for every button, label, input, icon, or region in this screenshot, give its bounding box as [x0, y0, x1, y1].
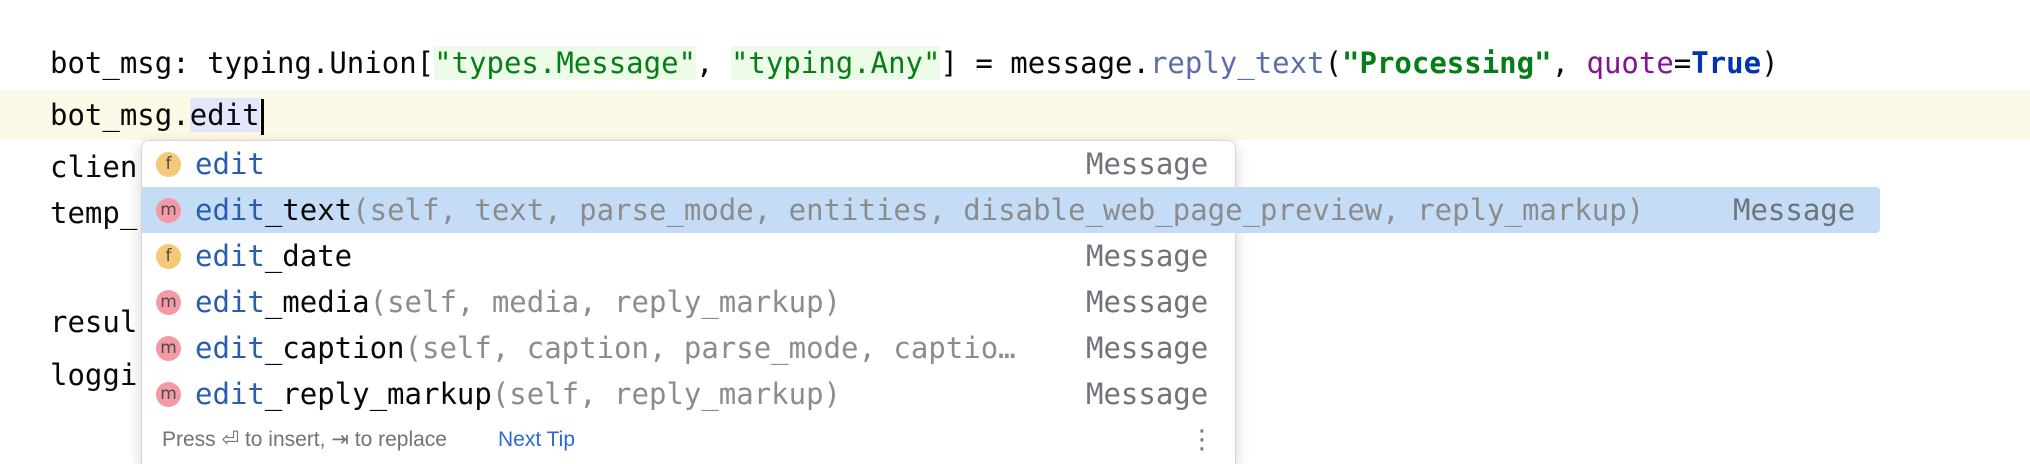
completion-item-rest: _date: [264, 239, 353, 273]
completion-item[interactable]: f edit_date Message: [142, 233, 1235, 279]
method-icon: m: [156, 382, 181, 407]
code-line-2[interactable]: bot_msg.edit: [50, 92, 264, 138]
code-line-1[interactable]: bot_msg: typing.Union["types.Message", "…: [50, 40, 1779, 86]
completion-item-rest: _text: [264, 193, 353, 227]
code-line-7[interactable]: loggi: [50, 352, 137, 398]
completion-item-match: edit: [195, 377, 265, 411]
completion-item-name: edit_date: [195, 233, 352, 279]
text-caret: [260, 99, 264, 135]
next-tip-link[interactable]: Next Tip: [498, 414, 575, 464]
completion-item-name: edit_text(self, text, parse_mode, entiti…: [195, 187, 1644, 233]
completion-item[interactable]: m edit_text(self, text, parse_mode, entit…: [142, 187, 1880, 233]
typed-prefix: edit: [189, 98, 260, 132]
keyword-literal: True: [1691, 46, 1762, 80]
completion-item-type: Message: [1733, 193, 1856, 227]
completion-item-params: (self, reply_markup): [491, 377, 842, 411]
code-text: ): [1761, 46, 1779, 80]
code-line-6[interactable]: resul: [50, 299, 137, 345]
completion-item-rest: _reply_markup: [264, 377, 492, 411]
completion-item-rest: _media: [264, 285, 370, 319]
completion-item-type: Message: [1086, 239, 1209, 273]
current-line-highlight: [0, 90, 2030, 140]
code-editor[interactable]: bot_msg: typing.Union["types.Message", "…: [0, 0, 2030, 464]
string-literal: "Processing": [1342, 46, 1552, 80]
code-line-4[interactable]: temp_: [50, 190, 137, 236]
completion-item[interactable]: m edit_caption(self, caption, parse_mode,…: [142, 325, 1235, 371]
footer-hint: Press ⏎ to insert, ⇥ to replace: [162, 428, 447, 451]
string-literal: "typing.Any": [730, 46, 941, 80]
completion-item-params: (self, caption, parse_mode, captio…: [404, 331, 1016, 365]
method-call: reply_text: [1149, 46, 1325, 80]
completion-item[interactable]: m edit_media(self, media, reply_markup) Me…: [142, 279, 1235, 325]
method-icon: m: [156, 290, 181, 315]
code-text: ] = message.: [940, 46, 1150, 80]
completion-item-type: Message: [1086, 147, 1209, 181]
completion-item-match: edit: [195, 239, 265, 273]
completion-item-type: Message: [1086, 285, 1209, 319]
completion-item[interactable]: f edit Message: [142, 141, 1235, 187]
completion-item-match: edit: [195, 193, 265, 227]
completion-popup[interactable]: f edit Message m edit_text(self, text, parse…: [141, 140, 1880, 464]
completion-item[interactable]: m edit_reply_markup(self, reply_markup) Me…: [142, 371, 1235, 417]
code-line-3[interactable]: clien: [50, 144, 137, 190]
code-text: bot_msg: typing.Union[: [50, 46, 435, 80]
completion-item-match: edit: [195, 331, 265, 365]
keyword-argument: quote: [1586, 46, 1674, 80]
completion-item-name: edit_reply_markup(self, reply_markup): [195, 371, 841, 417]
completion-item-name: edit_caption(self, caption, parse_mode, …: [195, 325, 1016, 371]
completion-item-name: edit: [195, 141, 265, 187]
method-icon: m: [156, 336, 181, 361]
code-text: bot_msg.: [50, 98, 190, 132]
code-text: ,: [1551, 46, 1587, 80]
completion-item-params: (self, media, reply_markup): [369, 285, 842, 319]
string-literal: "types.Message": [434, 46, 697, 80]
field-icon: f: [156, 244, 181, 269]
completion-footer: Press ⏎ to insert, ⇥ to replace Next Tip…: [142, 414, 1235, 464]
code-text: ,: [696, 46, 731, 80]
more-options-icon[interactable]: ⋮: [1189, 414, 1215, 464]
field-icon: f: [156, 152, 181, 177]
completion-item-match: edit: [195, 147, 265, 181]
code-text: (: [1324, 46, 1343, 80]
completion-item-name: edit_media(self, media, reply_markup): [195, 279, 841, 325]
completion-item-rest: _caption: [264, 331, 405, 365]
completion-item-type: Message: [1086, 331, 1209, 365]
completion-item-params: (self, text, parse_mode, entities, disab…: [352, 193, 1645, 227]
method-icon: m: [156, 198, 181, 223]
code-text: =: [1673, 46, 1692, 80]
completion-item-type: Message: [1086, 377, 1209, 411]
completion-item-match: edit: [195, 285, 265, 319]
